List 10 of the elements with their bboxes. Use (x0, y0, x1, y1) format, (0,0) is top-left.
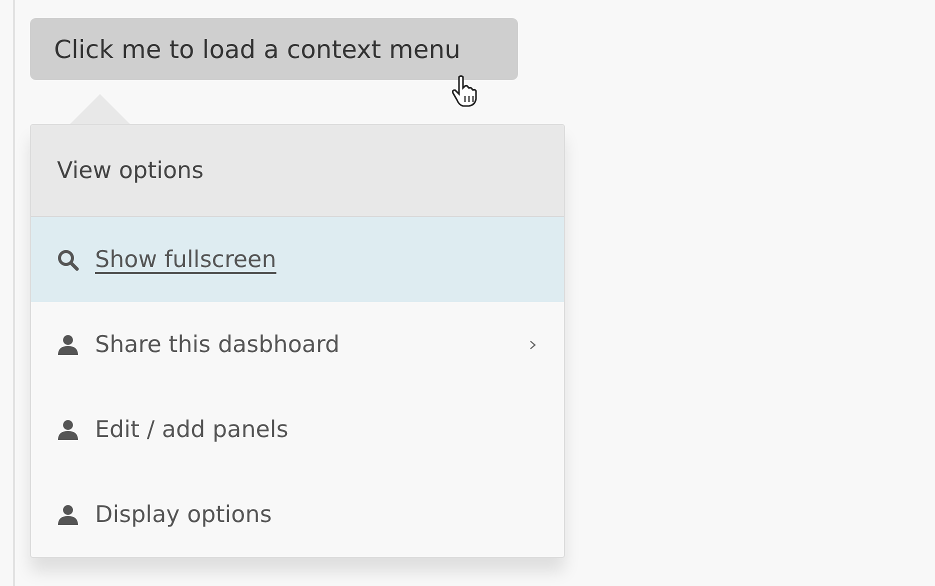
context-menu-button[interactable]: Click me to load a context menu (30, 18, 518, 80)
user-icon (57, 418, 79, 440)
user-icon (57, 504, 79, 526)
menu-item[interactable]: Edit / add panels (31, 387, 564, 472)
hand-cursor-icon (450, 74, 480, 108)
user-icon (57, 334, 79, 356)
menu-item[interactable]: Show fullscreen (31, 217, 564, 302)
search-icon (57, 248, 79, 270)
menu-item[interactable]: Display options (31, 472, 564, 557)
menu-item[interactable]: Share this dasbhoard (31, 302, 564, 387)
